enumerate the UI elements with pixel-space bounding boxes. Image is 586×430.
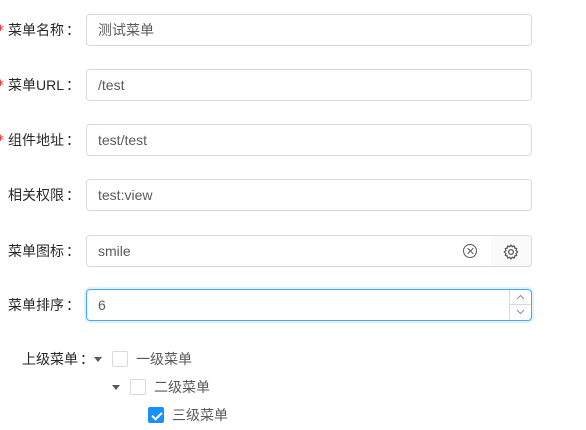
tree-node-title[interactable]: 一级菜单 <box>132 345 196 373</box>
setting-icon <box>503 244 519 260</box>
form-item-menu-sort: 菜单排序： 6 <box>0 289 586 321</box>
tree-node-level-1: 一级菜单 <box>86 345 226 373</box>
chevron-down-icon <box>516 309 525 315</box>
required-mark: * <box>0 78 4 94</box>
permission-label: 相关权限： <box>8 179 80 211</box>
menu-name-input[interactable]: 测试菜单 <box>86 14 532 46</box>
icon-picker-button[interactable] <box>491 235 532 267</box>
menu-sort-input[interactable]: 6 <box>86 289 532 321</box>
tree-node-level-2: 二级菜单 <box>104 373 244 401</box>
menu-name-label-text: 菜单名称 <box>8 22 64 38</box>
menu-icon-input[interactable]: smile <box>86 235 492 267</box>
caret-down-icon[interactable] <box>86 345 110 373</box>
tree-node-title[interactable]: 三级菜单 <box>168 401 232 429</box>
tree-checkbox-checked[interactable] <box>148 407 164 423</box>
form-item-menu-name: *菜单名称： 测试菜单 <box>0 14 586 46</box>
menu-icon-label: 菜单图标： <box>8 235 80 267</box>
menu-sort-label-text: 菜单排序 <box>8 297 64 313</box>
tree-node-title[interactable]: 二级菜单 <box>150 373 214 401</box>
form-item-menu-icon: 菜单图标： smile <box>0 235 586 267</box>
label-colon: ： <box>66 243 80 259</box>
stepper-up-button[interactable] <box>510 290 531 305</box>
form-item-permission: 相关权限： test:view <box>0 179 586 211</box>
menu-sort-label: 菜单排序： <box>8 289 80 321</box>
chevron-up-icon <box>516 294 525 300</box>
component-path-label-text: 组件地址 <box>8 132 64 148</box>
form-item-component-path: *组件地址： test/test <box>0 124 586 156</box>
number-stepper <box>509 290 531 320</box>
permission-input[interactable]: test:view <box>86 179 532 211</box>
permission-label-text: 相关权限 <box>8 187 64 203</box>
menu-icon-label-text: 菜单图标 <box>8 243 64 259</box>
menu-url-label-text: 菜单URL <box>7 77 64 93</box>
label-colon: ： <box>66 132 80 148</box>
menu-name-label: *菜单名称： <box>0 14 80 46</box>
caret-down-icon[interactable] <box>104 373 128 401</box>
menu-url-label: *菜单URL： <box>0 69 80 101</box>
tree-checkbox[interactable] <box>112 351 128 367</box>
stepper-down-button[interactable] <box>510 305 531 320</box>
tree-checkbox[interactable] <box>130 379 146 395</box>
parent-menu-label-text: 上级菜单 <box>22 351 78 367</box>
required-mark: * <box>0 133 4 149</box>
required-mark: * <box>0 23 4 39</box>
tree-node-level-3: 三级菜单 <box>122 401 262 429</box>
component-path-label: *组件地址： <box>0 124 80 156</box>
form-item-menu-url: *菜单URL： /test <box>0 69 586 101</box>
label-colon: ： <box>66 77 80 93</box>
label-colon: ： <box>66 22 80 38</box>
component-path-input[interactable]: test/test <box>86 124 532 156</box>
close-circle-icon[interactable] <box>463 244 477 258</box>
menu-url-input[interactable]: /test <box>86 69 532 101</box>
label-colon: ： <box>66 297 80 313</box>
label-colon: ： <box>66 187 80 203</box>
parent-menu-label: 上级菜单： <box>22 345 94 373</box>
